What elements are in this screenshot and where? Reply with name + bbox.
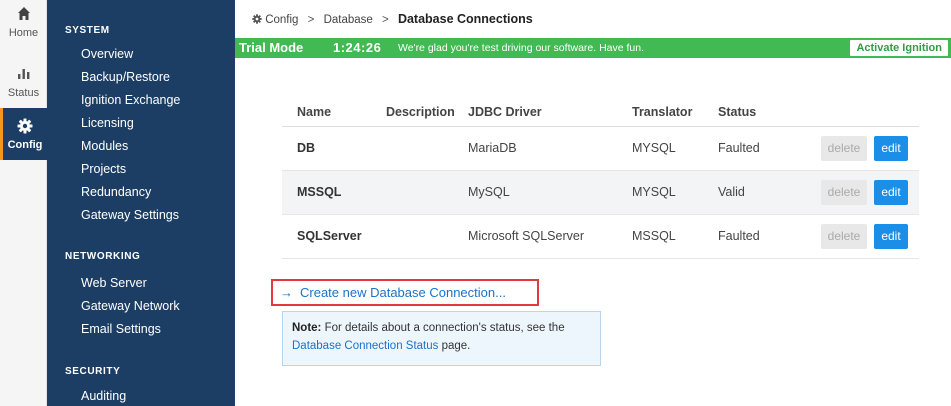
breadcrumb: Config > Database > Database Connections bbox=[252, 12, 533, 26]
gear-icon bbox=[252, 14, 265, 26]
arrow-right-icon: → bbox=[280, 285, 293, 300]
rail-config[interactable]: Config bbox=[0, 108, 47, 160]
edit-button[interactable]: edit bbox=[874, 136, 908, 161]
delete-button[interactable]: delete bbox=[821, 136, 867, 161]
trial-title: Trial Mode bbox=[239, 40, 304, 55]
home-icon bbox=[0, 6, 47, 26]
column-header-jdbc-driver: JDBC Driver bbox=[468, 105, 542, 119]
nav-item-licensing[interactable]: Licensing bbox=[81, 116, 134, 130]
breadcrumb-separator: > bbox=[382, 14, 389, 26]
gear-icon bbox=[3, 118, 47, 138]
row-jdbc-driver: MySQL bbox=[468, 185, 510, 199]
nav-heading-networking: NETWORKING bbox=[65, 251, 141, 262]
config-sidebar: SYSTEM Overview Backup/Restore Ignition … bbox=[47, 0, 235, 406]
page-title: Database Connections bbox=[397, 12, 533, 26]
breadcrumb-config[interactable]: Config bbox=[265, 14, 298, 26]
nav-item-modules[interactable]: Modules bbox=[81, 139, 128, 153]
table-row: DB MariaDB MYSQL Faulted delete edit bbox=[282, 127, 919, 171]
row-name: MSSQL bbox=[297, 185, 342, 199]
nav-heading-security: SECURITY bbox=[65, 366, 121, 377]
nav-heading-system: SYSTEM bbox=[65, 25, 110, 36]
bar-chart-icon bbox=[0, 66, 47, 86]
delete-button[interactable]: delete bbox=[821, 180, 867, 205]
row-name: DB bbox=[297, 141, 316, 155]
rail-status-label: Status bbox=[7, 87, 40, 99]
rail-home-label: Home bbox=[8, 27, 39, 39]
nav-item-projects[interactable]: Projects bbox=[81, 162, 126, 176]
nav-item-backup-restore[interactable]: Backup/Restore bbox=[81, 70, 170, 84]
row-jdbc-driver: Microsoft SQLServer bbox=[468, 229, 585, 243]
delete-button[interactable]: delete bbox=[821, 224, 867, 249]
nav-item-auditing[interactable]: Auditing bbox=[81, 389, 126, 403]
connections-table: Name Description JDBC Driver Translator … bbox=[282, 95, 919, 259]
nav-item-redundancy[interactable]: Redundancy bbox=[81, 185, 151, 199]
column-header-description: Description bbox=[386, 105, 455, 119]
row-status: Faulted bbox=[718, 141, 760, 155]
note-label: Note: bbox=[292, 322, 322, 334]
table-row: SQLServer Microsoft SQLServer MSSQL Faul… bbox=[282, 215, 919, 259]
trial-banner: Trial Mode 1:24:26 We're glad you're tes… bbox=[235, 38, 951, 58]
edit-button[interactable]: edit bbox=[874, 180, 908, 205]
note-text: For details about a connection's status,… bbox=[321, 322, 565, 334]
trial-timer: 1:24:26 bbox=[333, 40, 382, 55]
icon-rail: Home Status Config bbox=[0, 0, 47, 406]
row-name: SQLServer bbox=[297, 229, 362, 243]
rail-home[interactable]: Home bbox=[0, 0, 47, 42]
edit-button[interactable]: edit bbox=[874, 224, 908, 249]
rail-status[interactable]: Status bbox=[0, 60, 47, 102]
nav-item-gateway-settings[interactable]: Gateway Settings bbox=[81, 208, 179, 222]
connection-status-link[interactable]: Database Connection Status bbox=[292, 340, 438, 352]
rail-config-label: Config bbox=[7, 139, 43, 151]
activate-ignition-button[interactable]: Activate Ignition bbox=[850, 40, 948, 56]
row-jdbc-driver: MariaDB bbox=[468, 141, 517, 155]
row-translator: MYSQL bbox=[632, 185, 676, 199]
nav-item-email-settings[interactable]: Email Settings bbox=[81, 322, 161, 336]
note-text-end: page. bbox=[438, 340, 471, 352]
table-row: MSSQL MySQL MYSQL Valid delete edit bbox=[282, 171, 919, 215]
nav-item-gateway-network[interactable]: Gateway Network bbox=[81, 299, 180, 313]
nav-item-ignition-exchange[interactable]: Ignition Exchange bbox=[81, 93, 180, 107]
create-connection-link[interactable]: → Create new Database Connection... bbox=[271, 279, 539, 306]
column-header-name: Name bbox=[297, 105, 332, 119]
row-translator: MYSQL bbox=[632, 141, 676, 155]
column-header-translator: Translator bbox=[632, 105, 693, 119]
row-status: Faulted bbox=[718, 229, 760, 243]
breadcrumb-database[interactable]: Database bbox=[324, 14, 373, 26]
row-translator: MSSQL bbox=[632, 229, 676, 243]
trial-message: We're glad you're test driving our softw… bbox=[398, 42, 645, 54]
table-header: Name Description JDBC Driver Translator … bbox=[282, 95, 919, 127]
nav-item-overview[interactable]: Overview bbox=[81, 47, 133, 61]
breadcrumb-separator: > bbox=[307, 14, 315, 26]
column-header-status: Status bbox=[718, 105, 757, 119]
status-note: Note: For details about a connection's s… bbox=[282, 311, 601, 366]
create-connection-label: Create new Database Connection... bbox=[300, 285, 506, 300]
nav-item-web-server[interactable]: Web Server bbox=[81, 276, 147, 290]
row-status: Valid bbox=[718, 185, 745, 199]
